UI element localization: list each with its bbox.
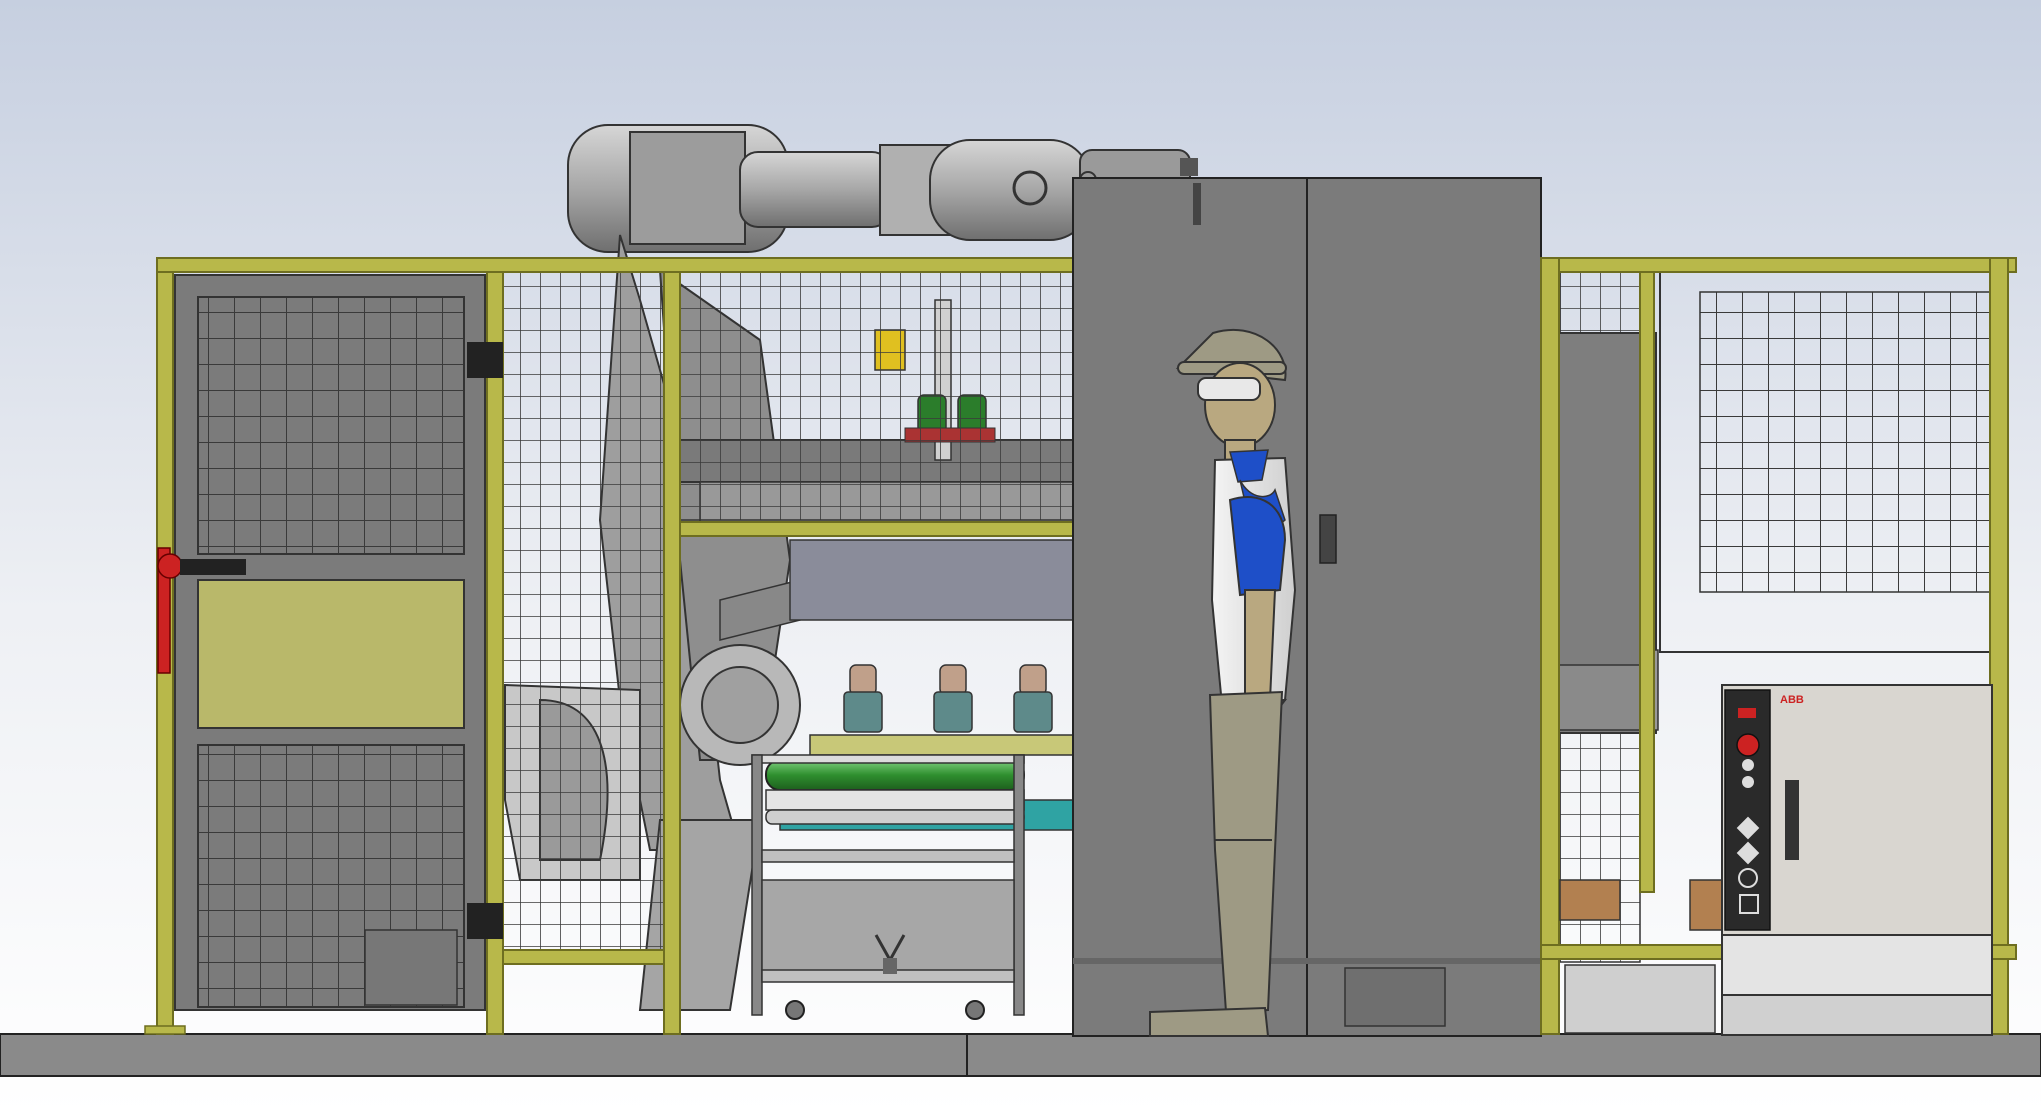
electrical-cabinet <box>1072 177 1542 1037</box>
robot-controller: ABB <box>1721 684 1993 1036</box>
robot-cell-drawing: ABB <box>0 0 2041 1114</box>
floor <box>0 1033 2041 1077</box>
bottles <box>809 664 1076 756</box>
controller-brand-label: ABB <box>1780 694 1804 706</box>
